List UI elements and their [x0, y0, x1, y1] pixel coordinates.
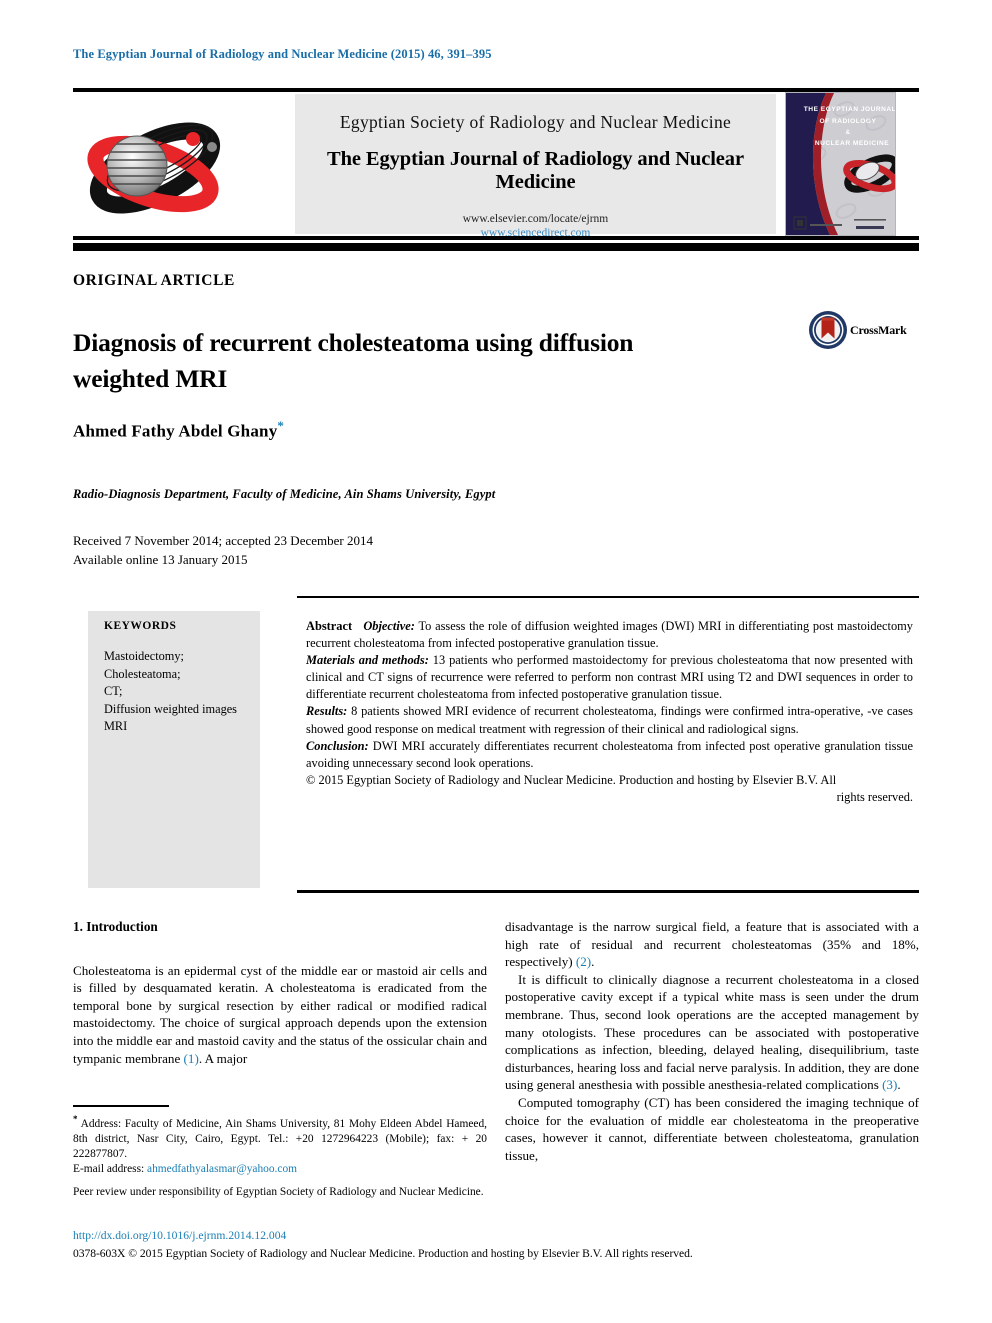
footnote-email-label: E-mail address: [73, 1163, 148, 1176]
author-name-text: Ahmed Fathy Abdel Ghany [73, 421, 278, 441]
abstract-objective-label: Objective: [363, 619, 415, 633]
keyword-item: Cholesteatoma; [104, 666, 181, 681]
article-type-label: ORIGINAL ARTICLE [73, 272, 235, 289]
journal-cover-thumbnail: THE EGYPTIAN JOURNAL OF RADIOLOGY & NUCL… [785, 92, 896, 236]
footnote-email-link[interactable]: ahmedfathyalasmar@yahoo.com [147, 1163, 297, 1175]
body-column-right: disadvantage is the narrow surgical fiel… [505, 918, 919, 1164]
crossmark-icon [809, 311, 847, 349]
right-paragraph-3: Computed tomography (CT) has been consid… [505, 1094, 919, 1163]
intro-paragraph-1: Cholesteatoma is an epidermal cyst of th… [73, 962, 487, 1068]
keyword-item: Diffusion weighted images [104, 701, 237, 716]
right-p1-tail: . [591, 954, 595, 970]
crossmark-badge[interactable]: CrossMark [808, 310, 918, 354]
svg-text:THE EGYPTIAN JOURNAL: THE EGYPTIAN JOURNAL [804, 106, 895, 113]
page-title: Diagnosis of recurrent cholesteatoma usi… [73, 328, 634, 394]
section-divider-bar [73, 243, 919, 251]
abstract-body: Abstract Objective: To assess the role o… [306, 618, 913, 806]
abstract-results-text: 8 patients showed MRI evidence of recurr… [306, 704, 913, 736]
abstract-results: Results: 8 patients showed MRI evidence … [306, 703, 913, 737]
abstract-conclusion-text: DWI MRI accurately differentiates recurr… [306, 738, 913, 770]
footnote-email-line: E-mail address: ahmedfathyalasmar@yahoo.… [73, 1162, 487, 1177]
journal-logo-icon [75, 100, 235, 230]
intro-p1-text: Cholesteatoma is an epidermal cyst of th… [73, 962, 487, 1066]
doi-link[interactable]: http://dx.doi.org/10.1016/j.ejrnm.2014.1… [73, 1229, 286, 1242]
received-date: Received 7 November 2014; accepted 23 De… [73, 533, 373, 548]
abstract-copyright-last: rights reserved. [836, 789, 913, 804]
abstract-conclusion-label: Conclusion: [306, 738, 369, 753]
author-corresponding-marker: * [277, 418, 285, 433]
journal-name: The Egyptian Journal of Radiology and Nu… [327, 148, 744, 193]
citation-1[interactable]: (1) [184, 1051, 199, 1066]
svg-text:NUCLEAR MEDICINE: NUCLEAR MEDICINE [815, 140, 889, 147]
intro-p1-tail: . A major [198, 1050, 248, 1066]
running-head: The Egyptian Journal of Radiology and Nu… [73, 47, 492, 61]
svg-text:&: & [846, 130, 851, 136]
issn-copyright-line: 0378-603X © 2015 Egyptian Society of Rad… [73, 1247, 693, 1260]
publisher-url[interactable]: www.elsevier.com/locate/ejrnm [295, 213, 776, 225]
abstract-top-rule [297, 596, 919, 598]
article-dates: Received 7 November 2014; accepted 23 De… [73, 532, 373, 569]
crossmark-label: CrossMark [850, 323, 907, 337]
right-p1-text: disadvantage is the narrow surgical fiel… [505, 919, 919, 970]
keyword-item: Mastoidectomy; [104, 649, 184, 663]
author-affiliation: Radio-Diagnosis Department, Faculty of M… [73, 487, 496, 501]
journal-masthead: Egyptian Society of Radiology and Nuclea… [73, 88, 919, 240]
society-name: Egyptian Society of Radiology and Nuclea… [339, 112, 732, 132]
footnote-rule [73, 1105, 169, 1107]
body-column-left: 1. Introduction Cholesteatoma is an epid… [73, 918, 487, 1067]
abstract-results-label: Results: [306, 704, 348, 719]
abstract-materials-label: Materials and methods: [306, 653, 429, 668]
footnote-address-text: Address: Faculty of Medicine, Ain Shams … [73, 1117, 487, 1161]
abstract-objective: Abstract Objective: To assess the role o… [306, 618, 913, 652]
keywords-heading: KEYWORDS [104, 620, 177, 632]
abstract-label: Abstract [306, 619, 353, 633]
abstract-materials: Materials and methods: 13 patients who p… [306, 652, 913, 703]
citation-3[interactable]: (3) [882, 1077, 897, 1092]
author-name: Ahmed Fathy Abdel Ghany* [73, 418, 284, 442]
abstract-copyright: © 2015 Egyptian Society of Radiology and… [306, 772, 837, 787]
keyword-item: MRI [104, 719, 128, 733]
right-p2-tail: . [897, 1077, 901, 1093]
section-heading-introduction: 1. Introduction [73, 919, 158, 934]
abstract-bottom-rule [297, 890, 919, 893]
footnote-block: * Address: Faculty of Medicine, Ain Sham… [73, 1112, 487, 1200]
masthead-center-panel: Egyptian Society of Radiology and Nuclea… [295, 94, 776, 239]
article-page: The Egyptian Journal of Radiology and Nu… [0, 0, 992, 1323]
right-p2-text: It is difficult to clinically diagnose a… [505, 971, 919, 1093]
available-online-date: Available online 13 January 2015 [73, 551, 248, 567]
svg-text:OF RADIOLOGY: OF RADIOLOGY [820, 118, 877, 125]
abstract-conclusion: Conclusion: DWI MRI accurately different… [306, 738, 913, 772]
footnote-address: * Address: Faculty of Medicine, Ain Sham… [73, 1112, 487, 1162]
right-paragraph-1: disadvantage is the narrow surgical fiel… [505, 918, 919, 971]
keywords-list: Mastoidectomy; Cholesteatoma; CT; Diffus… [104, 648, 256, 736]
citation-2[interactable]: (2) [576, 954, 591, 969]
masthead-bottom-rule [73, 236, 919, 240]
footnote-peer-review: Peer review under responsibility of Egyp… [73, 1185, 484, 1198]
keyword-item: CT; [104, 684, 123, 698]
right-paragraph-2: It is difficult to clinically diagnose a… [505, 971, 919, 1094]
